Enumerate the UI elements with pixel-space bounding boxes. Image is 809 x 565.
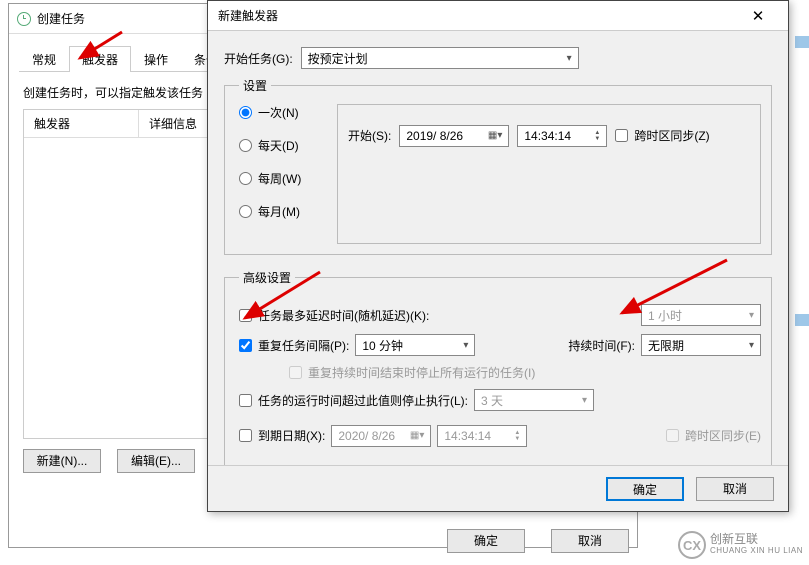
start-date-input[interactable]: 2019/ 8/26 ▦▾ (399, 125, 509, 147)
expire-date-input: 2020/ 8/26▦▾ (331, 425, 431, 447)
expire-label: 到期日期(X): (258, 427, 325, 444)
new-button[interactable]: 新建(N)... (23, 449, 101, 473)
start-time-input[interactable]: 14:34:14 ▲▼ (517, 125, 607, 147)
radio-weekly[interactable]: 每周(W) (239, 170, 329, 187)
watermark-sub: CHUANG XIN HU LIAN (710, 545, 803, 557)
start-label: 开始(S): (348, 127, 391, 144)
start-task-value: 按预定计划 (308, 50, 368, 67)
settings-group: 设置 一次(N) 每天(D) 每周(W) 每月(M) 开始(S): 2019/ … (224, 77, 772, 255)
sync-tz-input[interactable] (615, 129, 628, 142)
calendar-icon: ▦▾ (488, 130, 502, 141)
expire-sync-check: 跨时区同步(E) (666, 427, 761, 444)
stop-long-combo: 3 天▾ (474, 389, 594, 411)
radio-daily[interactable]: 每天(D) (239, 137, 329, 154)
stop-long-label: 任务的运行时间超过此值则停止执行(L): (258, 392, 468, 409)
front-title: 新建触发器 (218, 7, 278, 24)
start-task-label: 开始任务(G): (224, 50, 293, 67)
chevron-down-icon: ▾ (463, 340, 468, 351)
clock-icon (17, 12, 31, 26)
expire-time-input: 14:34:14▲▼ (437, 425, 527, 447)
expire-sync-input (666, 429, 679, 442)
start-task-combo[interactable]: 按预定计划 ▾ (301, 47, 579, 69)
back-footer: 确定 取消 (447, 529, 629, 553)
repeat-combo[interactable]: 10 分钟▾ (355, 334, 475, 356)
delay-label: 任务最多延迟时间(随机延迟)(K): (258, 307, 429, 324)
chevron-down-icon: ▾ (749, 310, 754, 321)
watermark-logo-icon: CX (678, 531, 706, 559)
radio-once-input[interactable] (239, 106, 252, 119)
back-cancel-button[interactable]: 取消 (551, 529, 629, 553)
col-detail[interactable]: 详细信息 (139, 110, 208, 137)
delay-check[interactable] (239, 309, 252, 322)
advanced-legend: 高级设置 (239, 269, 295, 286)
tab-triggers[interactable]: 触发器 (69, 46, 131, 72)
radio-once[interactable]: 一次(N) (239, 104, 329, 121)
col-trigger[interactable]: 触发器 (24, 110, 139, 137)
radio-daily-input[interactable] (239, 139, 252, 152)
sync-tz-check[interactable]: 跨时区同步(Z) (615, 127, 709, 144)
back-ok-button[interactable]: 确定 (447, 529, 525, 553)
radio-monthly-input[interactable] (239, 205, 252, 218)
delay-combo: 1 小时▾ (641, 304, 761, 326)
front-footer: 确定 取消 (208, 465, 788, 511)
duration-combo[interactable]: 无限期▾ (641, 334, 761, 356)
advanced-group: 高级设置 任务最多延迟时间(随机延迟)(K): 1 小时▾ 重复任务间隔(P):… (224, 269, 772, 465)
stop-at-end-label: 重复持续时间结束时停止所有运行的任务(I) (308, 364, 535, 381)
stop-long-check[interactable] (239, 394, 252, 407)
stop-at-end-check (289, 366, 302, 379)
blue-strip-1 (795, 36, 809, 48)
settings-legend: 设置 (239, 77, 271, 94)
time-spinner[interactable]: ▲▼ (594, 130, 600, 142)
chevron-down-icon: ▾ (582, 395, 587, 406)
cancel-button[interactable]: 取消 (696, 477, 774, 501)
schedule-panel: 开始(S): 2019/ 8/26 ▦▾ 14:34:14 ▲▼ 跨时区同步(Z… (337, 104, 761, 244)
expire-check[interactable] (239, 429, 252, 442)
front-titlebar: 新建触发器 ✕ (208, 1, 788, 31)
tab-general[interactable]: 常规 (19, 46, 69, 72)
back-title: 创建任务 (37, 10, 85, 27)
radio-monthly[interactable]: 每月(M) (239, 203, 329, 220)
duration-label: 持续时间(F): (568, 337, 635, 354)
watermark-brand: 创新互联 (710, 533, 803, 545)
repeat-check[interactable] (239, 339, 252, 352)
edit-button[interactable]: 编辑(E)... (117, 449, 195, 473)
ok-button[interactable]: 确定 (606, 477, 684, 501)
chevron-down-icon: ▾ (749, 340, 754, 351)
new-trigger-dialog: 新建触发器 ✕ 开始任务(G): 按预定计划 ▾ 设置 一次(N) 每天(D) … (207, 0, 789, 512)
calendar-icon: ▦▾ (410, 430, 424, 441)
radio-weekly-input[interactable] (239, 172, 252, 185)
blue-strip-2 (795, 314, 809, 326)
watermark: CX 创新互联 CHUANG XIN HU LIAN (678, 531, 803, 559)
close-icon[interactable]: ✕ (738, 2, 778, 30)
repeat-label: 重复任务间隔(P): (258, 337, 349, 354)
tab-actions[interactable]: 操作 (131, 46, 181, 72)
time-spinner: ▲▼ (514, 430, 520, 442)
chevron-down-icon: ▾ (567, 53, 572, 64)
